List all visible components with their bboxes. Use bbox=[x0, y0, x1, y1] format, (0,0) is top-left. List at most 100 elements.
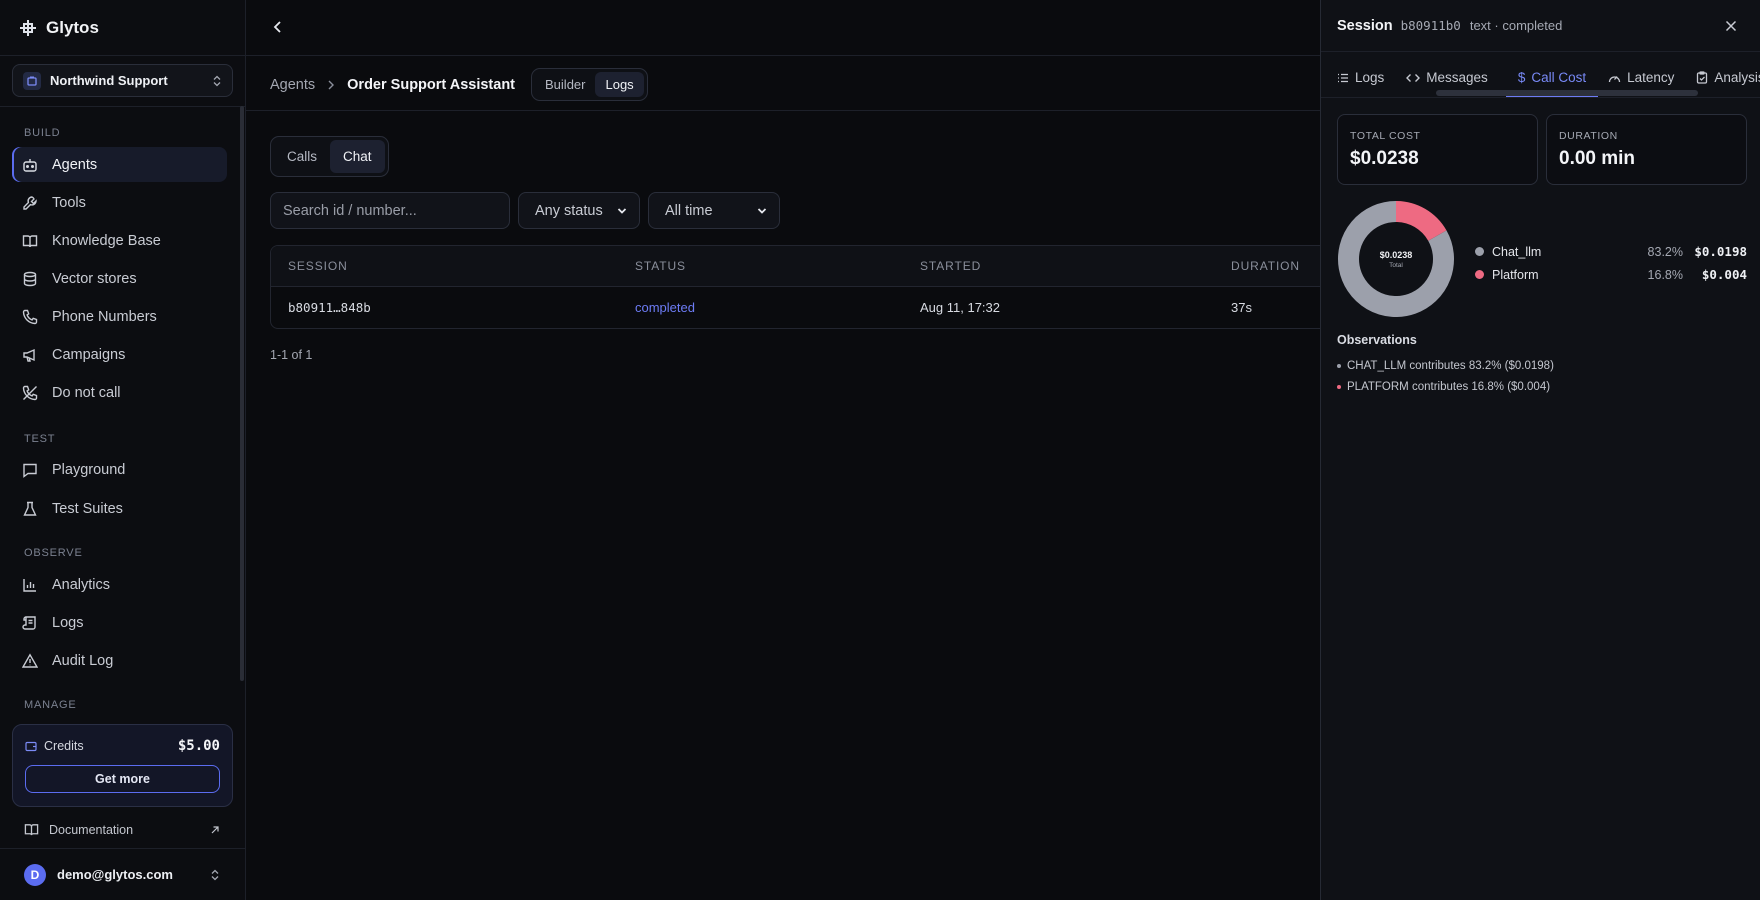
bot-icon bbox=[22, 157, 52, 173]
wallet-icon bbox=[25, 740, 37, 752]
sidebar-item-knowledge-base[interactable]: Knowledge Base bbox=[12, 223, 227, 258]
legend-cost: $0.004 bbox=[1701, 267, 1747, 282]
sidebar-item-analytics[interactable]: Analytics bbox=[12, 567, 227, 602]
org-switcher[interactable]: Northwind Support bbox=[12, 64, 233, 97]
sidebar-item-campaigns[interactable]: Campaigns bbox=[12, 337, 227, 372]
get-more-button[interactable]: Get more bbox=[25, 765, 220, 793]
user-email: demo@glytos.com bbox=[57, 867, 173, 882]
tab-label: Messages bbox=[1426, 70, 1488, 85]
tabs-scrollbar[interactable] bbox=[1436, 90, 1698, 96]
sidebar-item-label: Analytics bbox=[52, 576, 111, 593]
gauge-icon bbox=[1608, 75, 1621, 82]
status-filter-value: Any status bbox=[535, 202, 603, 219]
code-icon bbox=[1406, 73, 1421, 82]
sidebar-item-label: Audit Log bbox=[52, 652, 114, 669]
status-badge: completed bbox=[635, 300, 695, 315]
sidebar-item-label: Vector stores bbox=[52, 270, 137, 287]
page-title: Order Support Assistant bbox=[347, 76, 516, 93]
sidebar-item-label: Do not call bbox=[52, 384, 121, 401]
row-duration: 37s bbox=[1231, 300, 1252, 315]
tab-calls[interactable]: Calls bbox=[274, 140, 330, 173]
book-icon bbox=[24, 822, 39, 837]
table-header: SESSION STATUS STARTED DURATION bbox=[271, 246, 1349, 287]
phone-off-icon bbox=[22, 385, 52, 401]
col-session[interactable]: SESSION bbox=[288, 246, 348, 286]
chevron-updown-icon bbox=[210, 869, 246, 881]
search-input[interactable]: Search id / number... bbox=[270, 192, 510, 229]
back-arrow-icon[interactable] bbox=[270, 19, 286, 35]
main-content: Agents Order Support Assistant Builder L… bbox=[246, 0, 1350, 900]
sidebar-item-tools[interactable]: Tools bbox=[12, 185, 227, 220]
filters: Search id / number... Any status All tim… bbox=[270, 192, 780, 229]
sidebar-item-logs[interactable]: Logs bbox=[12, 605, 227, 640]
sidebar-item-audit-log[interactable]: Audit Log bbox=[12, 643, 227, 678]
sidebar-item-label: Knowledge Base bbox=[52, 232, 161, 249]
book-icon bbox=[22, 233, 52, 249]
sidebar-item-label: Phone Numbers bbox=[52, 308, 157, 325]
sidebar-item-vector-stores[interactable]: Vector stores bbox=[12, 261, 227, 296]
documentation-link[interactable]: Documentation bbox=[24, 822, 220, 837]
brand[interactable]: Glytos bbox=[0, 0, 245, 56]
observation-item: CHAT_LLM contributes 83.2% ($0.0198) bbox=[1337, 355, 1737, 376]
sidebar-item-phone-numbers[interactable]: Phone Numbers bbox=[12, 299, 227, 334]
status-filter-select[interactable]: Any status bbox=[518, 192, 640, 229]
tab-chat[interactable]: Chat bbox=[330, 140, 385, 173]
cost-legend: Chat_llm 83.2% $0.0198 Platform 16.8% $0… bbox=[1475, 240, 1747, 286]
total-cost-card: TOTAL COST $0.0238 bbox=[1337, 114, 1538, 185]
sidebar-item-label: Agents bbox=[52, 156, 98, 173]
table-row[interactable]: b80911…848b completed Aug 11, 17:32 37s bbox=[271, 287, 1349, 328]
breadcrumb-agents[interactable]: Agents bbox=[270, 77, 315, 93]
divider bbox=[246, 110, 1320, 111]
phone-icon bbox=[22, 309, 52, 325]
sidebar-item-agents[interactable]: Agents bbox=[12, 147, 227, 182]
donut-total-label: Total bbox=[1389, 261, 1403, 269]
sessions-table: SESSION STATUS STARTED DURATION b80911…8… bbox=[270, 245, 1350, 329]
panel-title: Session bbox=[1337, 17, 1393, 34]
topbar bbox=[246, 0, 1320, 56]
tab-logs[interactable]: Logs bbox=[1337, 70, 1396, 97]
col-status[interactable]: STATUS bbox=[635, 246, 686, 286]
bar-chart-icon bbox=[22, 577, 52, 593]
row-started: Aug 11, 17:32 bbox=[920, 300, 1000, 315]
tab-builder[interactable]: Builder bbox=[535, 72, 595, 97]
pagination-info: 1-1 of 1 bbox=[270, 348, 313, 362]
close-icon[interactable] bbox=[1725, 20, 1737, 32]
chat-icon bbox=[22, 462, 52, 478]
sidebar-item-test-suites[interactable]: Test Suites bbox=[12, 491, 227, 526]
sidebar-item-label: Tools bbox=[52, 194, 86, 211]
flask-icon bbox=[22, 501, 52, 517]
chevron-updown-icon bbox=[212, 75, 222, 87]
col-started[interactable]: STARTED bbox=[920, 246, 981, 286]
sidebar-scrollbar[interactable] bbox=[240, 106, 244, 681]
section-build: BUILD bbox=[24, 127, 61, 139]
breadcrumb: Agents Order Support Assistant Builder L… bbox=[270, 68, 648, 101]
tab-analysis[interactable]: Analysis bbox=[1696, 70, 1760, 97]
section-manage: MANAGE bbox=[24, 699, 77, 711]
sidebar-item-playground[interactable]: Playground bbox=[12, 452, 227, 487]
legend-percent: 16.8% bbox=[1647, 267, 1683, 282]
legend-name: Platform bbox=[1492, 267, 1539, 282]
sidebar-item-do-not-call[interactable]: Do not call bbox=[12, 375, 227, 410]
observations-title: Observations bbox=[1337, 333, 1417, 347]
time-filter-select[interactable]: All time bbox=[648, 192, 780, 229]
view-toggle: Builder Logs bbox=[531, 68, 648, 101]
sidebar-item-label: Playground bbox=[52, 461, 126, 478]
observations: Observations CHAT_LLM contributes 83.2% … bbox=[1337, 333, 1737, 397]
col-duration[interactable]: DURATION bbox=[1231, 246, 1300, 286]
sidebar-item-label: Campaigns bbox=[52, 346, 126, 363]
database-icon bbox=[22, 271, 52, 287]
credits-card: Credits $5.00 Get more bbox=[12, 724, 233, 807]
duration-card: DURATION 0.00 min bbox=[1546, 114, 1747, 185]
org-avatar-icon bbox=[23, 71, 41, 90]
tab-label: Call Cost bbox=[1531, 70, 1587, 85]
tab-label: Logs bbox=[1355, 70, 1385, 85]
chevron-down-icon bbox=[617, 207, 627, 214]
user-menu[interactable]: D demo@glytos.com bbox=[0, 848, 246, 900]
chevron-right-icon bbox=[327, 80, 335, 90]
sidebar-item-label: Logs bbox=[52, 614, 84, 631]
observation-text: PLATFORM contributes 16.8% ($0.004) bbox=[1347, 380, 1551, 393]
time-filter-value: All time bbox=[665, 202, 713, 219]
tab-logs[interactable]: Logs bbox=[595, 72, 644, 97]
row-session-id: b80911…848b bbox=[288, 300, 371, 315]
chevron-down-icon bbox=[757, 207, 767, 214]
